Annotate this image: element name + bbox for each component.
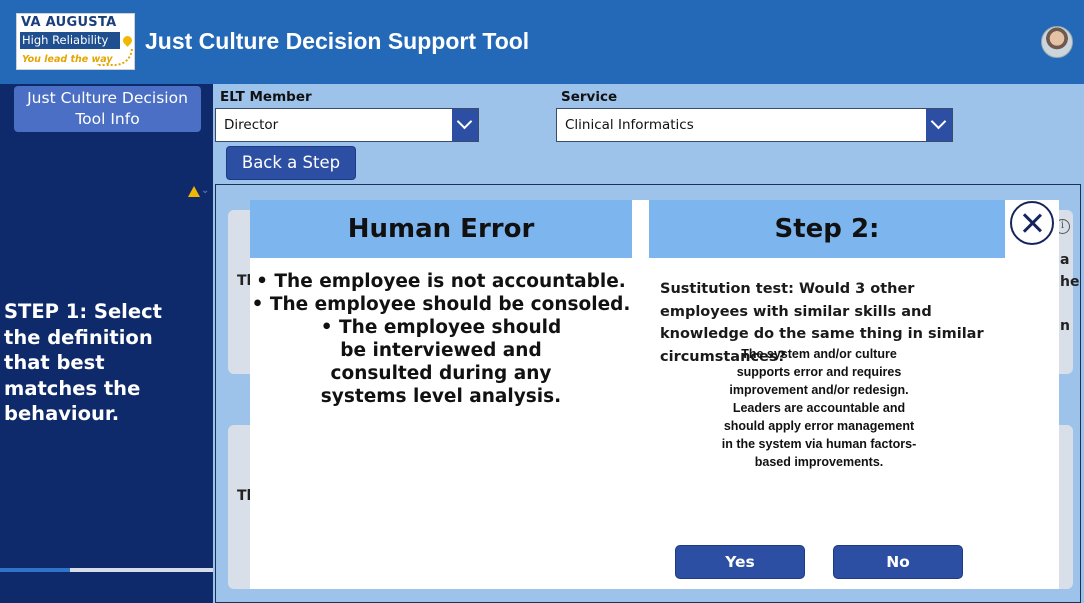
tool-info-button[interactable]: Just Culture Decision Tool Info: [14, 86, 201, 132]
bullet-item: • The employee is not accountable.: [256, 271, 626, 292]
chevron-down-icon: [456, 113, 473, 130]
warning-icon: [188, 186, 200, 197]
service-label: Service: [561, 89, 618, 105]
va-augusta-logo: VA AUGUSTA High Reliability You lead the…: [16, 13, 135, 70]
yes-button[interactable]: Yes: [675, 545, 805, 579]
human-error-header: Human Error: [250, 200, 632, 258]
human-error-title: Human Error: [347, 214, 535, 244]
chevron-down-icon: [930, 113, 947, 130]
back-a-step-button[interactable]: Back a Step: [226, 146, 356, 180]
elt-member-dropdown[interactable]: Director: [215, 108, 479, 142]
app-header: VA AUGUSTA High Reliability You lead the…: [0, 0, 1084, 84]
map-pin-icon: [121, 34, 134, 47]
bullet-item: • The employee should be interviewed and…: [320, 317, 562, 407]
decision-modal: Human Error Step 2: • The employee is no…: [250, 200, 1059, 589]
elt-member-value: Director: [224, 117, 279, 133]
no-button[interactable]: No: [833, 545, 963, 579]
app-title: Just Culture Decision Support Tool: [145, 28, 530, 54]
logo-tagline: You lead the way: [22, 54, 113, 65]
step2-header: Step 2:: [649, 200, 1005, 258]
step2-title: Step 2:: [774, 214, 880, 244]
logo-subtitle: High Reliability: [20, 32, 120, 49]
definition-card-1-fragment: a: [1060, 252, 1070, 268]
logo-title: VA AUGUSTA: [21, 15, 117, 30]
sidebar: Just Culture Decision Tool Info ⌄ STEP 1…: [0, 84, 213, 603]
elt-dropdown-button[interactable]: [452, 109, 478, 141]
definition-card-1-fragment: he: [1060, 274, 1080, 290]
definition-card-1-fragment: n: [1060, 318, 1070, 334]
step1-instruction: STEP 1: Select the definition that best …: [4, 300, 162, 425]
scrollbar-thumb[interactable]: [0, 568, 70, 572]
service-dropdown-button[interactable]: [926, 109, 952, 141]
close-icon[interactable]: [1010, 201, 1054, 245]
chevron-down-icon[interactable]: ⌄: [201, 185, 209, 196]
user-avatar[interactable]: [1041, 26, 1073, 58]
elt-member-label: ELT Member: [220, 89, 312, 105]
service-value: Clinical Informatics: [565, 117, 694, 133]
system-error-explanation: The system and/or culture supports error…: [721, 347, 917, 469]
service-dropdown[interactable]: Clinical Informatics: [556, 108, 953, 142]
bullet-item: • The employee should be consoled.: [251, 294, 631, 315]
human-error-bullets: • The employee is not accountable. • The…: [250, 270, 632, 408]
